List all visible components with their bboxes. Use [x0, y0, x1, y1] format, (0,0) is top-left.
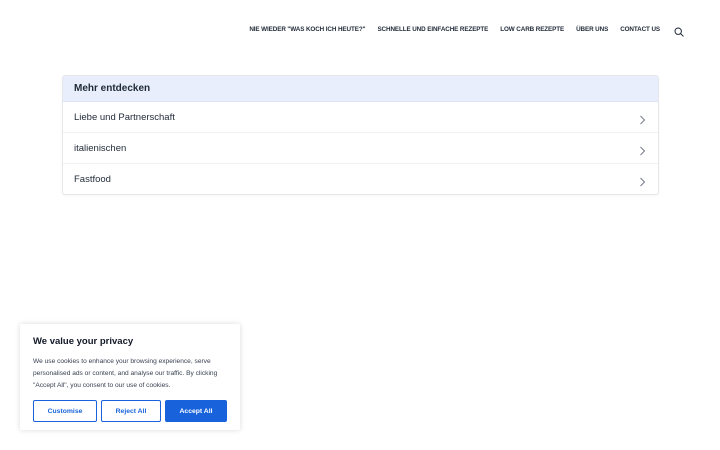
nav-item-schnelle-rezepte[interactable]: SCHNELLE UND EINFACHE REZEPTE — [377, 26, 488, 33]
customise-button[interactable]: Customise — [33, 400, 97, 422]
discover-item[interactable]: italienischen — [63, 133, 658, 164]
discover-header: Mehr entdecken — [63, 76, 658, 102]
nav-item-contact[interactable]: CONTACT US — [620, 26, 660, 33]
chevron-right-icon — [639, 112, 646, 125]
discover-item-label: italienischen — [74, 142, 127, 154]
nav-item-ueber-uns[interactable]: ÜBER UNS — [576, 26, 608, 33]
cookie-consent-banner: We value your privacy We use cookies to … — [20, 324, 240, 430]
discover-more-card: Mehr entdecken Liebe und Partnerschaft i… — [62, 75, 659, 195]
main-navigation: NIE WIEDER "WAS KOCH ICH HEUTE?" SCHNELL… — [237, 24, 684, 37]
discover-item-label: Liebe und Partnerschaft — [74, 111, 175, 123]
search-icon[interactable] — [674, 24, 684, 37]
page: NIE WIEDER "WAS KOCH ICH HEUTE?" SCHNELL… — [0, 0, 720, 450]
discover-title: Mehr entdecken — [74, 83, 151, 94]
discover-item[interactable]: Liebe und Partnerschaft — [63, 102, 658, 133]
cookie-title: We value your privacy — [33, 336, 134, 347]
accept-all-button[interactable]: Accept All — [165, 400, 227, 422]
discover-item[interactable]: Fastfood — [63, 164, 658, 194]
chevron-right-icon — [639, 143, 646, 156]
cookie-text: We use cookies to enhance your browsing … — [33, 358, 218, 389]
nav-item-low-carb[interactable]: LOW CARB REZEPTE — [500, 26, 564, 33]
nav-item-nie-wieder[interactable]: NIE WIEDER "WAS KOCH ICH HEUTE?" — [249, 26, 365, 33]
reject-all-button[interactable]: Reject All — [101, 400, 161, 422]
cookie-buttons: Customise Reject All Accept All — [33, 400, 227, 422]
discover-item-label: Fastfood — [74, 173, 111, 185]
chevron-right-icon — [639, 174, 646, 187]
